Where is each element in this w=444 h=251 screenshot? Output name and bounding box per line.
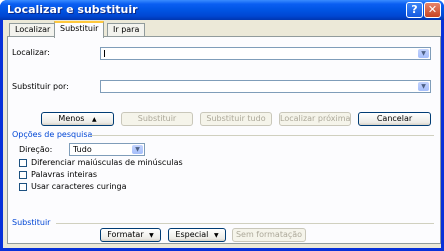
help-icon: ?	[411, 3, 418, 16]
window-title: Localizar e substituir	[7, 3, 138, 16]
tab-panel: Localizar: ▼ Substituir por: ▼ Menos ▲ S…	[7, 36, 441, 244]
find-input[interactable]: ▼	[100, 47, 431, 60]
divider	[56, 223, 434, 224]
chevron-down-icon: ▼	[149, 232, 154, 239]
find-next-button[interactable]: Localizar próxima	[279, 112, 351, 126]
find-label: Localizar:	[12, 48, 50, 57]
replace-input[interactable]: ▼	[100, 80, 431, 93]
tab-label: Localizar	[15, 25, 51, 34]
tab-label: Ir para	[113, 25, 140, 34]
direction-select[interactable]: Tudo ▼	[69, 143, 145, 156]
collapse-arrow-icon: ▲	[91, 116, 97, 123]
replace-button[interactable]: Substituir	[121, 112, 193, 126]
no-format-button[interactable]: Sem formatação	[232, 228, 306, 242]
divider	[90, 135, 434, 136]
special-button[interactable]: Especial ▼	[168, 228, 226, 242]
select-arrow-wrap: ▼	[70, 144, 144, 155]
close-button[interactable]: ✕	[424, 2, 441, 18]
special-label: Especial	[175, 230, 209, 239]
title-bar[interactable]: Localizar e substituir ? ✕	[0, 0, 444, 20]
tab-label: Substituir	[60, 24, 99, 33]
help-button[interactable]: ?	[406, 2, 423, 18]
close-icon: ✕	[427, 3, 438, 16]
tab-substituir[interactable]: Substituir	[54, 21, 105, 38]
whole-words-label: Palavras inteiras	[31, 170, 98, 179]
match-case-label: Diferenciar maiúsculas de minúsculas	[31, 158, 183, 167]
search-options-heading: Opções de pesquisa	[12, 130, 93, 139]
match-case-checkbox[interactable]	[19, 159, 27, 167]
dialog-window: Localizar e substituir ? ✕ Localizar Sub…	[0, 0, 444, 251]
cancel-button[interactable]: Cancelar	[358, 112, 431, 126]
less-button[interactable]: Menos ▲	[41, 112, 114, 126]
replace-all-button[interactable]: Substituir tudo	[200, 112, 272, 126]
chevron-down-icon: ▼	[213, 232, 219, 239]
tab-ir-para[interactable]: Ir para	[107, 23, 146, 37]
replace-section-heading: Substituir	[12, 218, 51, 227]
chevron-down-icon[interactable]: ▼	[132, 145, 143, 154]
replace-label: Substituir por:	[12, 82, 69, 91]
less-label: Menos	[58, 114, 85, 123]
format-button[interactable]: Formatar ▼	[100, 228, 161, 242]
tab-localizar[interactable]: Localizar	[9, 23, 57, 37]
wildcards-label: Usar caracteres curinga	[31, 182, 127, 191]
direction-label: Direção:	[19, 145, 53, 154]
text-caret	[104, 50, 105, 57]
whole-words-checkbox[interactable]	[19, 171, 27, 179]
dialog-body: Localizar Substituir Ir para Localizar: …	[3, 20, 441, 248]
chevron-down-icon[interactable]: ▼	[418, 49, 429, 58]
chevron-down-icon[interactable]: ▼	[418, 82, 429, 91]
format-label: Formatar	[107, 230, 144, 239]
wildcards-checkbox[interactable]	[19, 183, 27, 191]
